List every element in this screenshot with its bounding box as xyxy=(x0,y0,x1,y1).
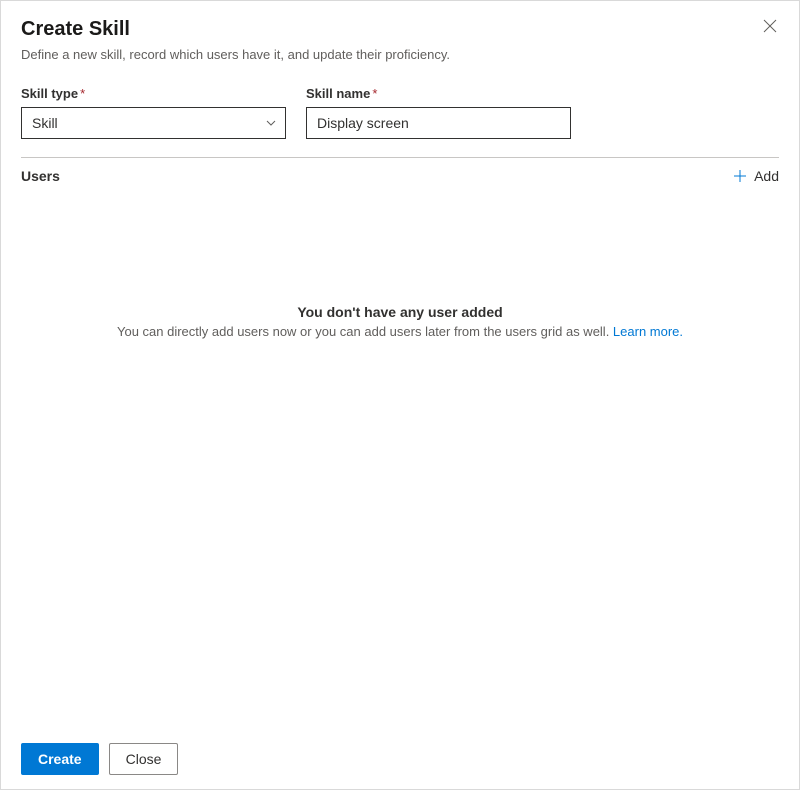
learn-more-link[interactable]: Learn more. xyxy=(613,324,683,339)
add-button-label: Add xyxy=(754,168,779,184)
skill-name-label: Skill name* xyxy=(306,86,571,101)
close-button[interactable]: Close xyxy=(109,743,179,775)
skill-name-label-text: Skill name xyxy=(306,86,370,101)
chevron-down-icon xyxy=(265,117,277,129)
empty-state-description: You can directly add users now or you ca… xyxy=(117,324,683,339)
required-asterisk: * xyxy=(80,86,85,101)
users-section-label: Users xyxy=(21,168,60,184)
add-user-button[interactable]: Add xyxy=(732,168,779,184)
skill-type-dropdown[interactable]: Skill xyxy=(21,107,286,139)
panel-footer: Create Close xyxy=(1,729,799,789)
plus-icon xyxy=(732,168,748,184)
empty-state-text: You can directly add users now or you ca… xyxy=(117,324,613,339)
form-row: Skill type* Skill Skill name* xyxy=(1,68,799,157)
skill-type-label-text: Skill type xyxy=(21,86,78,101)
panel-subtitle: Define a new skill, record which users h… xyxy=(21,47,779,62)
skill-name-field: Skill name* xyxy=(306,86,571,139)
create-button[interactable]: Create xyxy=(21,743,99,775)
skill-type-value: Skill xyxy=(32,115,58,131)
required-asterisk: * xyxy=(372,86,377,101)
skill-type-label: Skill type* xyxy=(21,86,286,101)
close-icon[interactable] xyxy=(763,19,781,37)
skill-type-field: Skill type* Skill xyxy=(21,86,286,139)
users-section-header: Users Add xyxy=(1,158,799,184)
panel-header: Create Skill Define a new skill, record … xyxy=(1,1,799,68)
create-skill-panel: Create Skill Define a new skill, record … xyxy=(0,0,800,790)
users-empty-state: You don't have any user added You can di… xyxy=(1,184,799,729)
skill-name-input[interactable] xyxy=(306,107,571,139)
empty-state-title: You don't have any user added xyxy=(297,304,502,320)
panel-title: Create Skill xyxy=(21,17,779,41)
